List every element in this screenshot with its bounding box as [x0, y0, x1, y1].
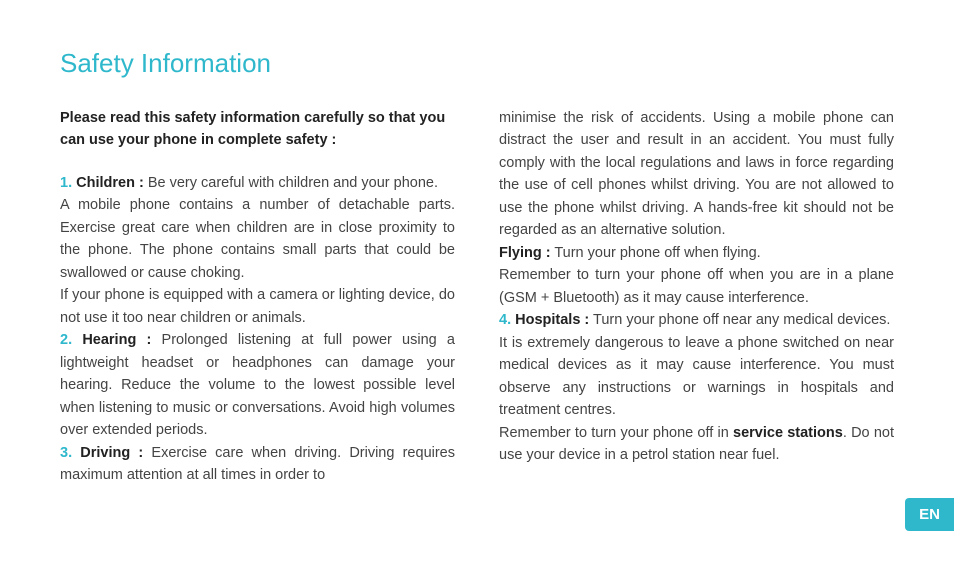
item-children: 1. Children : Be very careful with child… — [60, 172, 455, 194]
item-text-3b: minimise the risk of accidents. Using a … — [499, 107, 894, 242]
column-right: minimise the risk of accidents. Using a … — [499, 107, 894, 487]
item-text-svc-a: Remember to turn your phone off in — [499, 425, 733, 441]
item-label-children: Children : — [76, 175, 144, 191]
item-text-4b: It is extremely dangerous to leave a pho… — [499, 332, 894, 422]
item-text-1a: Be very careful with children and your p… — [144, 175, 438, 191]
column-left: Please read this safety information care… — [60, 107, 455, 487]
page-title: Safety Information — [60, 48, 894, 79]
item-flying: Flying : Turn your phone off when flying… — [499, 242, 894, 264]
item-text-1c: If your phone is equipped with a camera … — [60, 284, 455, 329]
language-badge: EN — [905, 498, 954, 531]
item-number-4: 4. — [499, 312, 511, 328]
item-number-2: 2. — [60, 332, 72, 348]
item-service-stations: Remember to turn your phone off in servi… — [499, 422, 894, 467]
item-text-4a: Turn your phone off near any medical dev… — [589, 312, 890, 328]
item-label-driving: Driving : — [80, 445, 143, 461]
item-label-service-stations: service stations — [733, 425, 843, 441]
item-label-hospitals: Hospitals : — [515, 312, 589, 328]
item-hearing: 2. Hearing : Prolonged listening at full… — [60, 329, 455, 441]
item-label-flying: Flying : — [499, 245, 551, 261]
item-text-fly-b: Remember to turn your phone off when you… — [499, 264, 894, 309]
item-text-1b: A mobile phone contains a number of deta… — [60, 194, 455, 284]
item-hospitals: 4. Hospitals : Turn your phone off near … — [499, 309, 894, 331]
item-label-hearing: Hearing : — [82, 332, 151, 348]
item-driving: 3. Driving : Exercise care when driving.… — [60, 442, 455, 487]
item-number-1: 1. — [60, 175, 72, 191]
content-columns: Please read this safety information care… — [60, 107, 894, 487]
item-number-3: 3. — [60, 445, 72, 461]
intro-text: Please read this safety information care… — [60, 107, 455, 152]
item-text-fly-a: Turn your phone off when flying. — [551, 245, 761, 261]
